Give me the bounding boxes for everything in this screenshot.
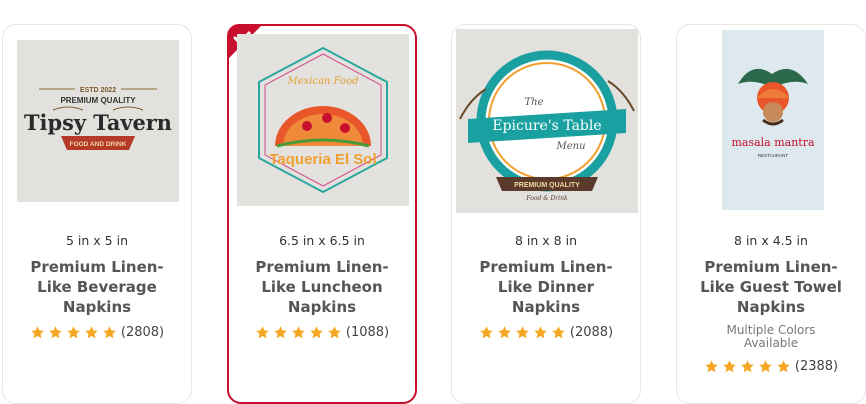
logo-estd-text: ESTD 2022 bbox=[80, 87, 116, 94]
product-size: 8 in x 8 in bbox=[515, 233, 577, 248]
product-image[interactable]: The Epicure's Table Menu PREMIUM QUALITY… bbox=[456, 29, 638, 213]
rating[interactable]: (1088) bbox=[229, 325, 415, 340]
star-icon bbox=[723, 360, 736, 373]
star-icon bbox=[759, 360, 772, 373]
star-icon bbox=[705, 360, 718, 373]
product-card-guest-towel[interactable]: masala mantra RESTAURANT 8 in x 4.5 in P… bbox=[676, 24, 866, 404]
star-icon bbox=[85, 326, 98, 339]
logo-menu-text: Menu bbox=[555, 141, 585, 152]
logo-brand-name: Epicure's Table bbox=[492, 118, 601, 134]
logo-brand-name: Tipsy Tavern bbox=[24, 110, 172, 135]
logo-banner-text: FOOD AND DRINK bbox=[70, 141, 127, 148]
star-icon bbox=[480, 326, 493, 339]
product-card-luncheon[interactable]: Mexican Food Taqueria El Sol 6.5 in x 6.… bbox=[227, 24, 417, 404]
product-image[interactable]: masala mantra RESTAURANT bbox=[722, 30, 824, 210]
product-size: 5 in x 5 in bbox=[66, 233, 128, 248]
product-size: 8 in x 4.5 in bbox=[734, 233, 808, 248]
product-card-dinner[interactable]: The Epicure's Table Menu PREMIUM QUALITY… bbox=[451, 24, 641, 404]
star-icon bbox=[49, 326, 62, 339]
product-image[interactable]: ESTD 2022 PREMIUM QUALITY Tipsy Tavern F… bbox=[17, 40, 179, 202]
logo-brand-name: masala mantra bbox=[731, 136, 815, 149]
logo-brand-name: Taqueria El Sol bbox=[269, 151, 376, 168]
star-icon bbox=[256, 326, 269, 339]
star-icon bbox=[516, 326, 529, 339]
product-size: 6.5 in x 6.5 in bbox=[279, 233, 365, 248]
product-title[interactable]: Premium Linen- Like Beverage Napkins bbox=[3, 257, 191, 317]
star-icon bbox=[31, 326, 44, 339]
star-icon bbox=[292, 326, 305, 339]
star-icon bbox=[498, 326, 511, 339]
rating-count: (2388) bbox=[794, 359, 839, 374]
star-icon bbox=[552, 326, 565, 339]
product-card-beverage[interactable]: ESTD 2022 PREMIUM QUALITY Tipsy Tavern F… bbox=[2, 24, 192, 404]
product-title[interactable]: Premium Linen- Like Guest Towel Napkins bbox=[677, 257, 865, 317]
rating-count: (1088) bbox=[345, 325, 390, 340]
logo-tagline: Mexican Food bbox=[286, 76, 358, 87]
product-image[interactable]: Mexican Food Taqueria El Sol bbox=[237, 34, 409, 206]
rating[interactable]: (2388) bbox=[677, 359, 865, 374]
product-title[interactable]: Premium Linen- Like Dinner Napkins bbox=[452, 257, 640, 317]
star-icon bbox=[67, 326, 80, 339]
star-icon bbox=[741, 360, 754, 373]
logo-banner-text: PREMIUM QUALITY bbox=[514, 182, 580, 189]
star-icon bbox=[103, 326, 116, 339]
product-title[interactable]: Premium Linen- Like Luncheon Napkins bbox=[229, 257, 415, 317]
color-availability: Multiple Colors Available bbox=[726, 323, 816, 350]
rating[interactable]: (2088) bbox=[452, 325, 640, 340]
logo-sub-text: Food & Drink bbox=[525, 195, 568, 202]
star-icon bbox=[777, 360, 790, 373]
rating[interactable]: (2808) bbox=[3, 325, 191, 340]
logo-the-text: The bbox=[524, 97, 543, 108]
star-icon bbox=[328, 326, 341, 339]
rating-count: (2088) bbox=[569, 325, 614, 340]
logo-sub-text: RESTAURANT bbox=[758, 153, 788, 158]
star-icon bbox=[310, 326, 323, 339]
rating-count: (2808) bbox=[120, 325, 165, 340]
star-icon bbox=[534, 326, 547, 339]
star-icon bbox=[274, 326, 287, 339]
logo-quality-text: PREMIUM QUALITY bbox=[60, 96, 136, 105]
